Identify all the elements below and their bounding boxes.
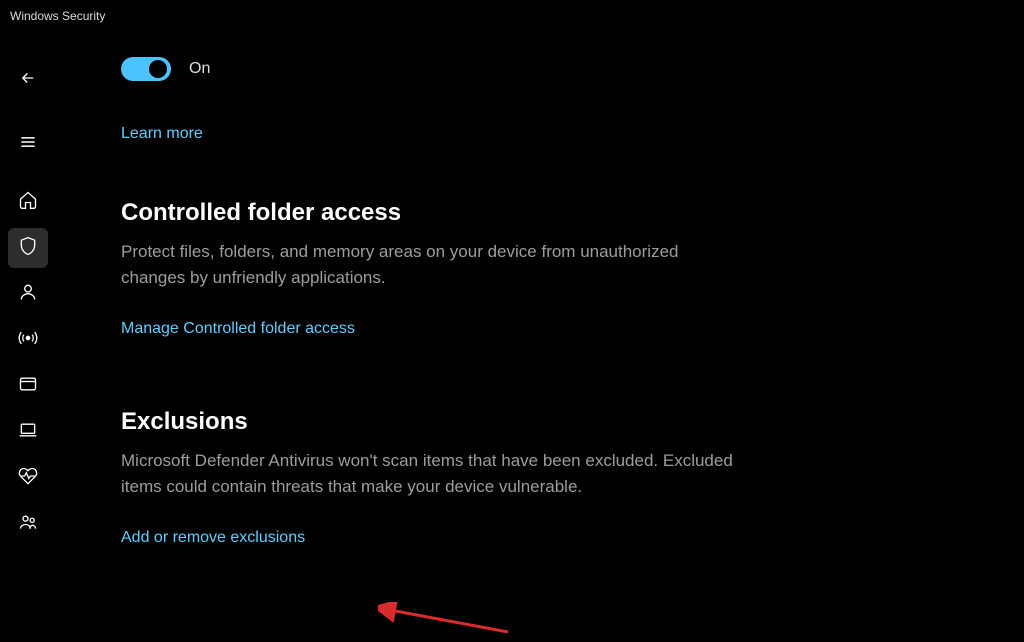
- sidebar-account-protection[interactable]: [8, 274, 48, 314]
- exclusions-description: Microsoft Defender Antivirus won't scan …: [121, 448, 741, 499]
- titlebar-title: Windows Security: [10, 9, 105, 23]
- manage-cfa-link[interactable]: Manage Controlled folder access: [121, 320, 355, 338]
- sidebar-back[interactable]: [8, 60, 48, 100]
- toggle-state-label: On: [189, 60, 210, 78]
- signal-icon: [18, 328, 38, 353]
- sidebar-virus-protection[interactable]: [8, 228, 48, 268]
- sidebar-family[interactable]: [8, 504, 48, 544]
- titlebar: Windows Security: [0, 0, 1024, 32]
- sidebar-app-browser[interactable]: [8, 366, 48, 406]
- laptop-icon: [18, 420, 38, 445]
- controlled-folder-access-section: Controlled folder access Protect files, …: [121, 199, 984, 338]
- sidebar-menu[interactable]: [8, 124, 48, 164]
- person-icon: [18, 282, 38, 307]
- heart-pulse-icon: [18, 466, 38, 491]
- sidebar-performance[interactable]: [8, 458, 48, 498]
- add-remove-exclusions-link[interactable]: Add or remove exclusions: [121, 529, 305, 547]
- protection-toggle-row: On: [121, 57, 984, 81]
- content-area: On Learn more Controlled folder access P…: [56, 32, 1024, 641]
- exclusions-title: Exclusions: [121, 408, 984, 436]
- home-icon: [18, 190, 38, 215]
- toggle-thumb: [149, 60, 167, 78]
- learn-more-link[interactable]: Learn more: [121, 125, 203, 143]
- shield-icon: [18, 236, 38, 261]
- sidebar-device-security[interactable]: [8, 412, 48, 452]
- cfa-description: Protect files, folders, and memory areas…: [121, 239, 741, 290]
- hamburger-icon: [18, 132, 38, 157]
- exclusions-section: Exclusions Microsoft Defender Antivirus …: [121, 408, 984, 547]
- sidebar-home[interactable]: [8, 182, 48, 222]
- arrow-left-icon: [19, 69, 37, 92]
- sidebar-firewall[interactable]: [8, 320, 48, 360]
- protection-toggle[interactable]: [121, 57, 171, 81]
- sidebar: [0, 32, 56, 641]
- window-icon: [18, 374, 38, 399]
- people-icon: [18, 512, 38, 537]
- cfa-title: Controlled folder access: [121, 199, 984, 227]
